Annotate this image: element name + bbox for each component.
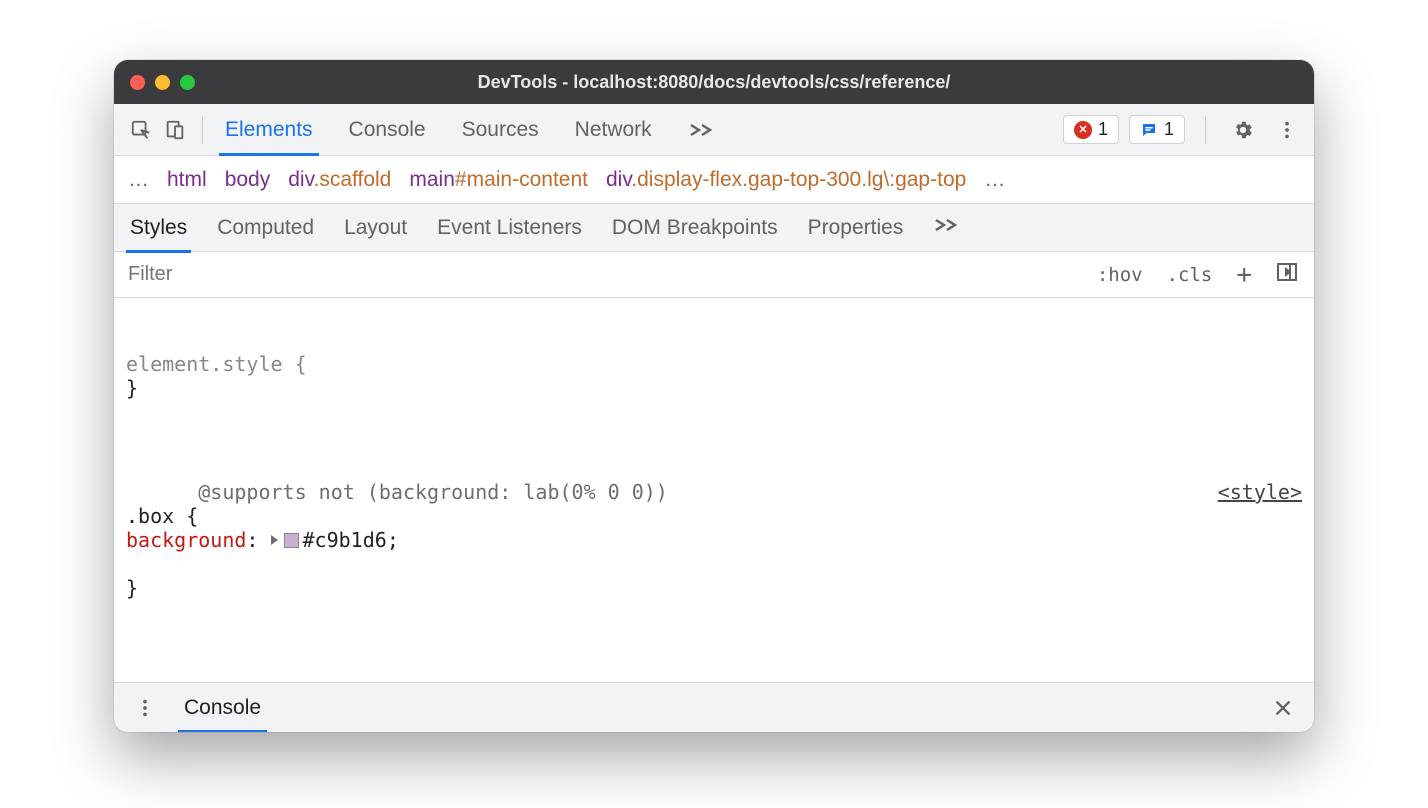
tab-console[interactable]: Console (343, 104, 432, 155)
breadcrumb-div-scaffold[interactable]: div.scaffold (288, 168, 391, 192)
messages-badge[interactable]: 1 (1129, 115, 1185, 144)
devtools-window: DevTools - localhost:8080/docs/devtools/… (114, 60, 1314, 732)
messages-count: 1 (1164, 119, 1174, 140)
breadcrumb-ellipsis[interactable]: … (128, 168, 149, 192)
separator (1205, 116, 1206, 144)
window-title: DevTools - localhost:8080/docs/devtools/… (114, 72, 1314, 93)
styles-filter-bar: :hov .cls + (114, 252, 1314, 298)
main-tabs: Elements Console Sources Network (219, 104, 720, 155)
computed-sidebar-toggle-icon[interactable] (1272, 260, 1302, 289)
error-icon (1074, 121, 1092, 139)
toolbar-right: 1 1 (1063, 113, 1304, 147)
errors-count: 1 (1098, 119, 1108, 140)
subtab-dom-breakpoints[interactable]: DOM Breakpoints (610, 216, 780, 240)
styles-filter-input[interactable] (114, 252, 1093, 297)
new-rule-button[interactable]: + (1232, 258, 1256, 292)
styles-pane[interactable]: element.style { } <style> @supports not (… (114, 298, 1314, 682)
at-rule-text: @supports not (background: lab(0% 0 0)) (198, 480, 668, 504)
rule-source-link[interactable]: <style> (1218, 480, 1302, 504)
traffic-lights (130, 75, 195, 90)
breadcrumb-div-flex[interactable]: div.display-flex.gap-top-300.lg\:gap-top (606, 168, 966, 192)
rule-selector[interactable]: .box { (126, 504, 198, 528)
breadcrumb-main[interactable]: main#main-content (409, 168, 588, 192)
styles-filter-tools: :hov .cls + (1093, 258, 1314, 292)
subtab-computed[interactable]: Computed (215, 216, 316, 240)
subtab-event-listeners[interactable]: Event Listeners (435, 216, 584, 240)
fullscreen-window-button[interactable] (180, 75, 195, 90)
tab-sources[interactable]: Sources (456, 104, 545, 155)
kebab-menu-icon[interactable] (1270, 113, 1304, 147)
element-style-rule[interactable]: element.style { } (126, 352, 1302, 400)
breadcrumb-ellipsis-end[interactable]: … (984, 168, 1005, 192)
console-drawer: Console (114, 682, 1314, 732)
main-toolbar: Elements Console Sources Network 1 1 (114, 104, 1314, 156)
hov-toggle[interactable]: :hov (1093, 262, 1147, 288)
tab-network[interactable]: Network (569, 104, 658, 155)
errors-badge[interactable]: 1 (1063, 115, 1119, 144)
tab-overflow[interactable] (682, 104, 720, 155)
css-property-name[interactable]: background (126, 528, 246, 552)
separator (202, 116, 203, 144)
minimize-window-button[interactable] (155, 75, 170, 90)
drawer-close-icon[interactable] (1266, 691, 1300, 725)
subtab-properties[interactable]: Properties (806, 216, 906, 240)
tab-elements[interactable]: Elements (219, 104, 319, 155)
color-swatch[interactable] (284, 533, 299, 548)
drawer-tab-console[interactable]: Console (180, 696, 265, 720)
subtab-overflow[interactable] (931, 216, 961, 240)
close-window-button[interactable] (130, 75, 145, 90)
subtab-styles[interactable]: Styles (128, 216, 189, 240)
breadcrumb-body[interactable]: body (225, 168, 271, 192)
drawer-menu-icon[interactable] (128, 691, 162, 725)
css-property-value[interactable]: #c9b1d6 (303, 528, 387, 552)
breadcrumb-html[interactable]: html (167, 168, 207, 192)
inspect-element-icon[interactable] (124, 113, 158, 147)
message-icon (1140, 121, 1158, 139)
cls-toggle[interactable]: .cls (1163, 262, 1217, 288)
window-titlebar: DevTools - localhost:8080/docs/devtools/… (114, 60, 1314, 104)
dom-breadcrumbs[interactable]: … html body div.scaffold main#main-conte… (114, 156, 1314, 204)
subtab-layout[interactable]: Layout (342, 216, 409, 240)
supports-rule[interactable]: <style> @supports not (background: lab(0%… (126, 456, 1302, 624)
expand-icon[interactable] (271, 535, 278, 545)
device-toggle-icon[interactable] (158, 113, 192, 147)
settings-icon[interactable] (1226, 113, 1260, 147)
styles-subtabs: Styles Computed Layout Event Listeners D… (114, 204, 1314, 252)
